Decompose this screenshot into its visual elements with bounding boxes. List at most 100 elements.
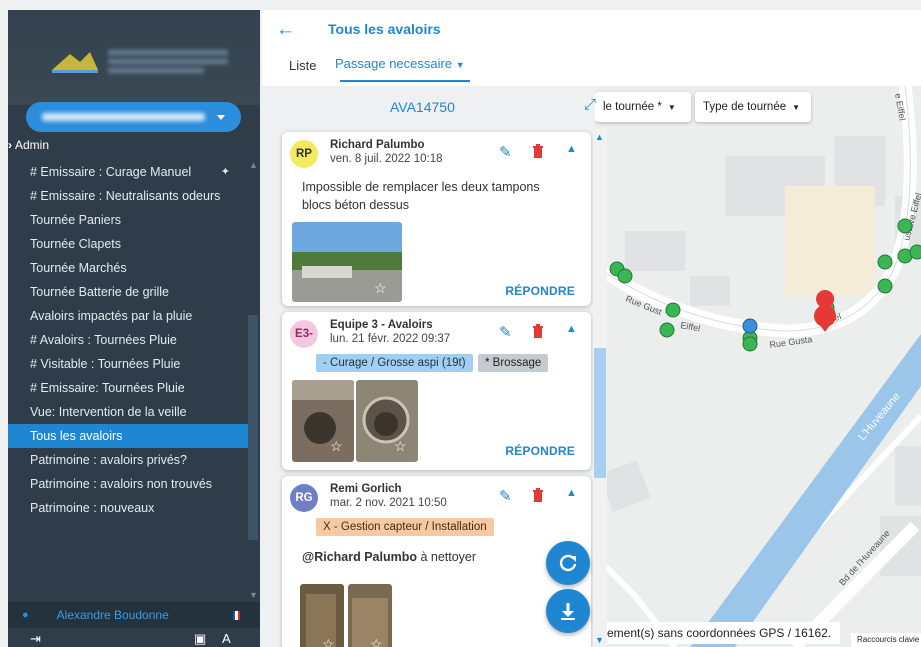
text-size-icon[interactable]: A — [222, 631, 231, 646]
scroll-down-icon[interactable]: ▼ — [595, 635, 604, 645]
type-tournee-label: Type de tournée — [703, 101, 787, 113]
mention[interactable]: @Richard Palumbo — [302, 550, 417, 564]
favorite-star-icon[interactable]: ☆ — [394, 438, 407, 455]
avaloir-marker[interactable] — [742, 336, 758, 352]
admin-section-toggle[interactable]: › Admin — [8, 138, 49, 152]
avaloir-id-title: AVA14750 — [390, 99, 455, 115]
sidebar-item-label: Tournée Clapets — [30, 237, 122, 251]
logo-area — [8, 10, 260, 105]
collapse-chevron-icon[interactable]: ▲ — [566, 323, 577, 335]
comment-date: ven. 8 juil. 2022 10:18 — [330, 153, 443, 165]
sidebar-item[interactable]: Vue: Intervention de la veille — [8, 400, 248, 424]
reply-button[interactable]: RÉPONDRE — [505, 444, 575, 458]
comment-photo[interactable]: ☆ — [292, 222, 402, 302]
delete-trash-icon[interactable] — [532, 488, 544, 502]
map[interactable]: Rue Gust Eiffel Rue Gusta fel L'Huveaune… — [595, 86, 921, 647]
flag-icon[interactable] — [233, 610, 240, 620]
scroll-up-icon[interactable]: ▲ — [249, 160, 258, 170]
comment-card: RG Remi Gorlich mar. 2 nov. 2021 10:50 ✎… — [282, 476, 591, 647]
favorite-star-icon[interactable]: ☆ — [374, 280, 387, 297]
delete-trash-icon[interactable] — [532, 144, 544, 158]
sidebar-item[interactable]: Patrimoine : avaloirs non trouvés — [8, 472, 248, 496]
avaloir-marker[interactable] — [617, 268, 633, 284]
tab-liste[interactable]: Liste — [289, 58, 316, 73]
reply-button[interactable]: RÉPONDRE — [505, 284, 575, 298]
sidebar-item[interactable]: Tournée Paniers — [8, 208, 248, 232]
sidebar-item[interactable]: Patrimoine : avaloirs privés? — [8, 448, 248, 472]
favorite-star-icon[interactable]: ☆ — [322, 636, 335, 647]
avaloir-marker[interactable] — [897, 218, 913, 234]
favorite-star-icon[interactable]: ☆ — [330, 438, 343, 455]
sidebar-item[interactable]: Tournée Clapets — [8, 232, 248, 256]
scrollbar-thumb[interactable] — [594, 348, 606, 478]
download-button[interactable] — [546, 589, 590, 633]
map-canvas[interactable]: Rue Gust Eiffel Rue Gusta fel L'Huveaune… — [595, 86, 921, 647]
top-header: ← Tous les avaloirs Liste Passage necess… — [262, 10, 921, 86]
logout-icon[interactable]: ⇥ — [30, 631, 41, 647]
project-selector-button[interactable] — [26, 102, 241, 132]
comment-photo[interactable]: ☆ — [300, 584, 344, 647]
expand-icon[interactable]: ⤢ — [584, 96, 596, 113]
refresh-icon — [559, 554, 577, 572]
project-name-blurred — [42, 113, 205, 121]
scrollbar-thumb[interactable] — [248, 315, 258, 540]
tab-passage-necessaire[interactable]: Passage necessaire ▼ — [335, 56, 465, 71]
keyboard-shortcuts-link[interactable]: Raccourcis clavie — [851, 633, 921, 647]
sidebar-item-label: Patrimoine : avaloirs privés? — [30, 453, 188, 467]
sidebar-item[interactable]: Avaloirs impactés par la pluie — [8, 304, 248, 328]
sidebar-item[interactable]: Tournée Marchés — [8, 256, 248, 280]
sidebar-item[interactable]: # Emissaire: Tournées Pluie — [8, 376, 248, 400]
sidebar-item[interactable]: # Emissaire : Neutralisants odeurs — [8, 184, 248, 208]
sidebar-item[interactable]: Tournée Batterie de grille — [8, 280, 248, 304]
user-bar[interactable]: ● Alexandre Boudonne — [8, 602, 260, 628]
sidebar-item[interactable]: # Visitable : Tournées Pluie — [8, 352, 248, 376]
window-icon[interactable]: ▣ — [194, 631, 206, 647]
comment-photo[interactable]: ☆ — [292, 380, 354, 462]
delete-trash-icon[interactable] — [532, 324, 544, 338]
avaloir-marker[interactable] — [877, 254, 893, 270]
comment-date: lun. 21 févr. 2022 09:37 — [330, 333, 451, 345]
sidebar-item-label: Patrimoine : nouveaux — [30, 501, 155, 515]
sidebar-nav: # Emissaire : Curage Manuel ✦ # Emissaire … — [8, 160, 248, 520]
tournee-filter-dropdown[interactable]: le tournée * ▼ — [595, 92, 691, 122]
caret-down-icon — [217, 114, 225, 120]
avaloir-marker[interactable] — [877, 278, 893, 294]
refresh-button[interactable] — [546, 541, 590, 585]
sidebar-item[interactable]: Tous les avaloirs — [8, 424, 248, 448]
edit-pencil-icon[interactable]: ✎ — [499, 487, 512, 505]
caret-down-icon: ▼ — [667, 102, 676, 112]
intervention-tag: - Curage / Grosse aspi (19t) — [316, 354, 473, 372]
favorite-star-icon[interactable]: ☆ — [370, 636, 383, 647]
panel-scrollbar[interactable]: ▲ ▼ — [593, 128, 607, 647]
avaloir-marker[interactable] — [659, 322, 675, 338]
sidebar-scrollbar[interactable]: ▲ ▼ — [248, 160, 258, 600]
edit-pencil-icon[interactable]: ✎ — [499, 143, 512, 161]
logo-text — [108, 46, 228, 73]
avaloir-marker[interactable] — [909, 244, 921, 260]
sidebar-item[interactable]: # Emissaire : Curage Manuel ✦ — [8, 160, 248, 184]
comments-scroll-area[interactable]: RP Richard Palumbo ven. 8 juil. 2022 10:… — [274, 128, 607, 647]
logo-icon — [52, 52, 98, 73]
collapse-chevron-icon[interactable]: ▲ — [566, 143, 577, 155]
avaloir-detail-panel: AVA14750 ⤢ RP Richard Palumbo ven. 8 jui… — [274, 86, 608, 647]
comment-photo[interactable]: ☆ — [356, 380, 418, 462]
pin-icon[interactable]: ✦ — [221, 164, 230, 180]
sidebar-item[interactable]: Patrimoine : nouveaux — [8, 496, 248, 520]
comment-author: Richard Palumbo — [330, 139, 425, 151]
comment-photo[interactable]: ☆ — [348, 584, 392, 647]
chevron-right-icon: › — [8, 138, 12, 152]
sidebar-item-label: Patrimoine : avaloirs non trouvés — [30, 477, 213, 491]
comment-author: Remi Gorlich — [330, 483, 402, 495]
sidebar-item-label: # Emissaire : Neutralisants odeurs — [30, 189, 221, 203]
avaloir-marker[interactable] — [665, 302, 681, 318]
back-arrow-icon[interactable]: ← — [276, 19, 295, 41]
scroll-down-icon[interactable]: ▼ — [249, 590, 258, 600]
collapse-chevron-icon[interactable]: ▲ — [566, 487, 577, 499]
sidebar-item[interactable]: # Avaloirs : Tournées Pluie — [8, 328, 248, 352]
panel-header: AVA14750 ⤢ — [274, 86, 608, 126]
type-tournee-dropdown[interactable]: Type de tournée ▼ — [695, 92, 811, 122]
scroll-up-icon[interactable]: ▲ — [595, 132, 604, 142]
edit-pencil-icon[interactable]: ✎ — [499, 323, 512, 341]
avaloir-marker-selected-blue[interactable] — [742, 318, 758, 334]
sidebar-item-label: Tournée Marchés — [30, 261, 127, 275]
